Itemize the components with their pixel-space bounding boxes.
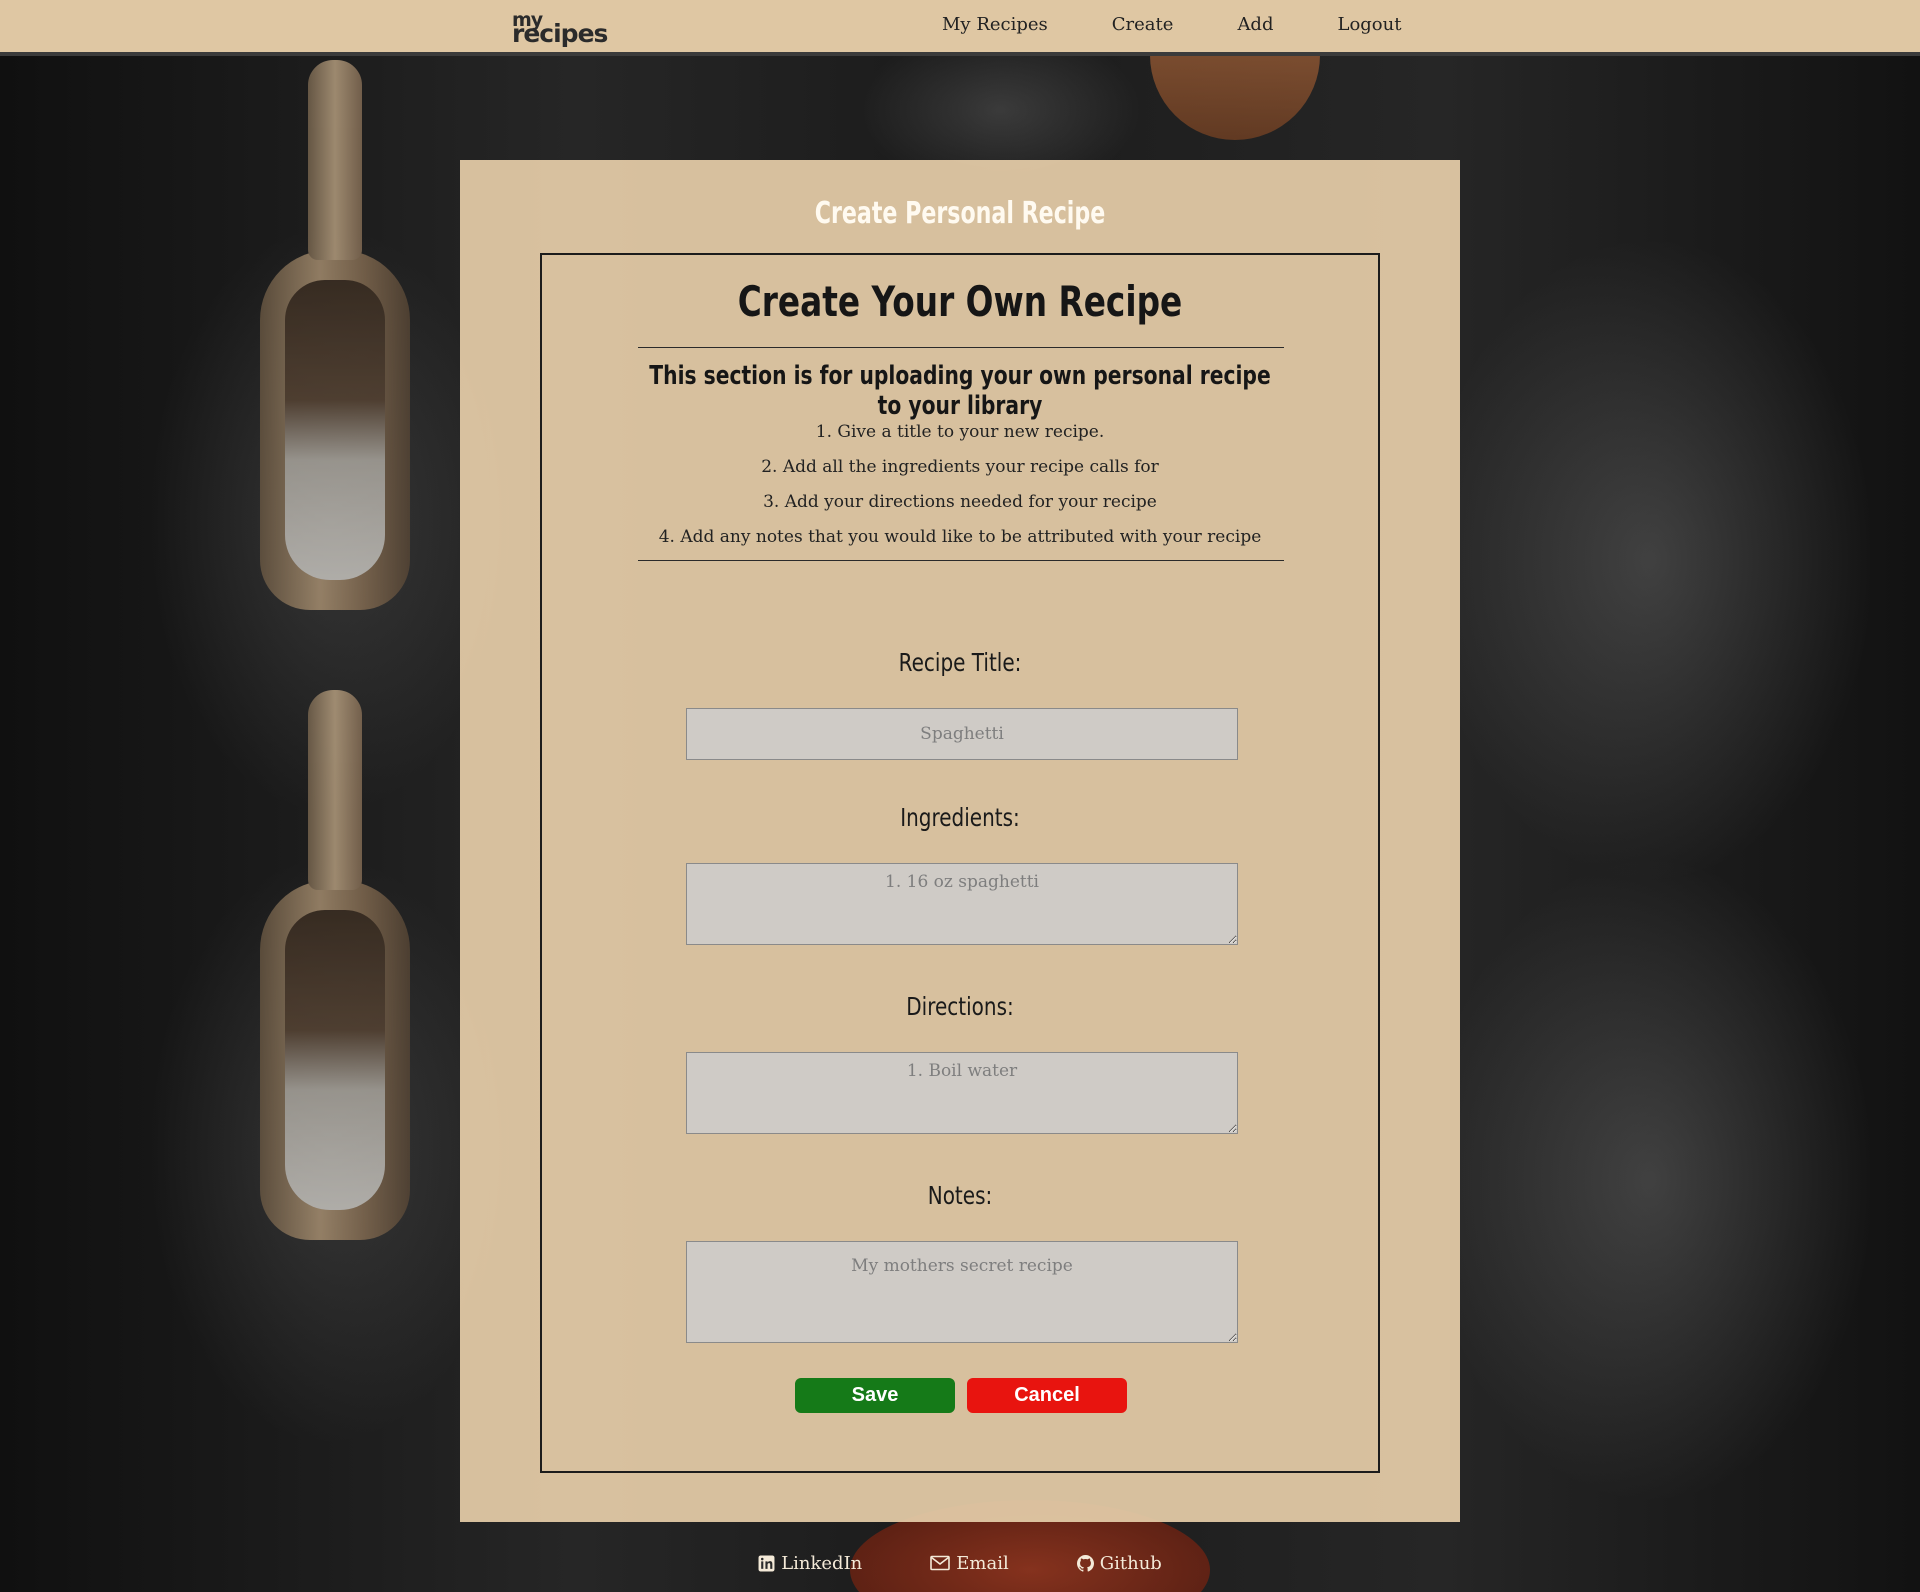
divider (638, 560, 1284, 561)
nav-my-recipes[interactable]: My Recipes (942, 14, 1048, 35)
logo-line2: recipes (512, 19, 608, 48)
navbar: my recipes My Recipes Create Add Logout (0, 0, 1920, 56)
email-link[interactable]: Email (930, 1548, 1009, 1578)
email-label: Email (956, 1552, 1009, 1574)
github-label: Github (1099, 1552, 1162, 1574)
instruction-step: 3. Add your directions needed for your r… (763, 492, 1157, 512)
page-heading: Create Your Own Recipe (737, 277, 1183, 326)
recipe-title-input[interactable] (686, 708, 1238, 760)
recipe-form-frame: Create Your Own Recipe This section is f… (540, 253, 1380, 1473)
recipe-title-label: Recipe Title: (898, 648, 1022, 677)
directions-label: Directions: (906, 992, 1014, 1021)
linkedin-label: LinkedIn (781, 1552, 863, 1574)
nav-links: My Recipes Create Add Logout (942, 14, 1465, 35)
instruction-step: 4. Add any notes that you would like to … (658, 527, 1262, 547)
nav-create[interactable]: Create (1112, 14, 1174, 35)
github-link[interactable]: Github (1076, 1548, 1162, 1578)
save-button[interactable]: Save (795, 1378, 955, 1413)
mail-icon (930, 1555, 951, 1571)
nav-logout[interactable]: Logout (1337, 14, 1401, 35)
ingredients-textarea[interactable] (686, 863, 1238, 945)
logo[interactable]: my recipes (512, 11, 608, 48)
linkedin-icon (758, 1555, 775, 1571)
notes-textarea[interactable] (686, 1241, 1238, 1343)
divider (638, 347, 1284, 348)
instruction-step: 1. Give a title to your new recipe. (815, 422, 1105, 442)
create-recipe-panel: Create Personal Recipe Create Your Own R… (460, 160, 1460, 1522)
github-icon (1076, 1554, 1094, 1572)
notes-label: Notes: (927, 1181, 993, 1210)
scoop-decoration (260, 60, 410, 610)
section-description: This section is for uploading your own p… (649, 361, 1271, 421)
instruction-step: 2. Add all the ingredients your recipe c… (761, 457, 1159, 477)
directions-textarea[interactable] (686, 1052, 1238, 1134)
scoop-decoration (260, 690, 410, 1240)
ingredients-label: Ingredients: (900, 803, 1020, 832)
linkedin-link[interactable]: LinkedIn (758, 1548, 862, 1578)
nav-add[interactable]: Add (1237, 14, 1273, 35)
eggshell-decoration (1150, 50, 1320, 140)
panel-title: Create Personal Recipe (814, 196, 1106, 231)
cancel-button[interactable]: Cancel (967, 1378, 1127, 1413)
instruction-list: 1. Give a title to your new recipe. 2. A… (542, 415, 1378, 555)
footer: LinkedIn Email Github (0, 1548, 1920, 1578)
